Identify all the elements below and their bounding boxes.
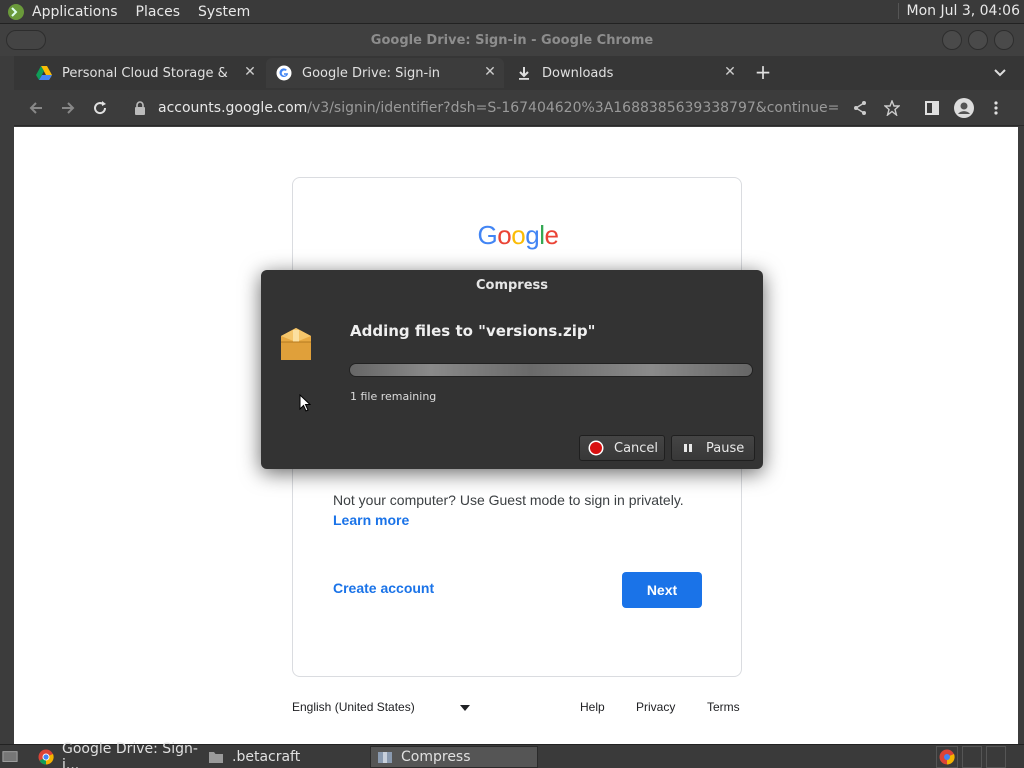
google-logo: Google — [293, 220, 743, 251]
archive-icon — [377, 749, 393, 765]
logo-letter: g — [525, 220, 540, 250]
chrome-icon — [38, 749, 54, 765]
cancel-button[interactable]: Cancel — [579, 435, 665, 461]
workspace-switcher[interactable] — [936, 746, 958, 768]
share-icon[interactable] — [850, 98, 870, 118]
help-link[interactable]: Help — [580, 700, 605, 714]
menu-system[interactable]: System — [198, 4, 250, 20]
mouse-pointer-icon — [299, 393, 312, 412]
progress-fill — [350, 364, 752, 376]
cancel-label: Cancel — [614, 440, 659, 456]
taskbar-label: Compress — [401, 749, 471, 765]
taskbar-label: .betacraft — [232, 749, 301, 765]
close-icon[interactable]: ✕ — [482, 64, 498, 80]
dialog-heading: Adding files to "versions.zip" — [350, 322, 596, 340]
lock-icon[interactable] — [134, 101, 148, 115]
url-path: /v3/signin/identifier?dsh=S-167404620%3A… — [307, 100, 838, 116]
guest-mode-text: Not your computer? Use Guest mode to sig… — [333, 492, 684, 508]
taskbar-item-betacraft[interactable]: .betacraft — [202, 746, 368, 768]
language-select[interactable]: English (United States) — [292, 700, 415, 714]
clock[interactable]: Mon Jul 3, 04:06 — [897, 3, 1020, 19]
menu-applications[interactable]: Applications — [32, 4, 118, 20]
tab-personal-cloud-storage[interactable]: Personal Cloud Storage & File ✕ — [26, 58, 264, 88]
bookmark-star-icon[interactable] — [882, 98, 902, 118]
folder-icon — [208, 749, 224, 765]
desktop-icon — [2, 749, 18, 765]
chrome-icon — [939, 749, 955, 765]
google-g-icon — [276, 65, 292, 81]
taskbar-item-chrome[interactable]: Google Drive: Sign-i... — [32, 741, 200, 768]
tab-label: Google Drive: Sign-in — [302, 65, 441, 81]
create-account-link[interactable]: Create account — [333, 580, 434, 596]
compress-dialog: Compress Adding files to "versions.zip" … — [261, 270, 763, 469]
new-tab-plus-icon[interactable]: + — [752, 62, 774, 84]
pause-label: Pause — [706, 440, 745, 456]
minimize-button[interactable] — [942, 30, 962, 50]
workspace-2[interactable] — [962, 746, 982, 768]
back-arrow-icon[interactable] — [26, 98, 46, 118]
tab-search-chevron-icon[interactable] — [992, 64, 1008, 80]
reload-icon[interactable] — [90, 98, 110, 118]
close-window-button[interactable] — [994, 30, 1014, 50]
show-desktop-button[interactable] — [0, 746, 24, 768]
dialog-title: Compress — [475, 278, 549, 293]
window-titlebar[interactable]: Google Drive: Sign-in - Google Chrome — [0, 24, 1024, 56]
close-icon[interactable]: ✕ — [722, 64, 738, 80]
logo-letter: o — [497, 220, 512, 250]
close-icon[interactable]: ✕ — [242, 64, 258, 80]
learn-more-link[interactable]: Learn more — [333, 512, 409, 528]
logo-letter: o — [511, 220, 526, 250]
workspace-3[interactable] — [986, 746, 1006, 768]
google-drive-icon — [36, 65, 52, 81]
tab-label: Downloads — [542, 65, 614, 81]
tab-downloads[interactable]: Downloads ✕ — [506, 58, 744, 88]
download-icon — [516, 65, 532, 81]
logo-letter: G — [477, 220, 498, 250]
top-panel: Applications Places System Mon Jul 3, 04… — [0, 0, 1024, 24]
forward-arrow-icon[interactable] — [58, 98, 78, 118]
address-bar[interactable]: accounts.google.com/v3/signin/identifier… — [124, 94, 894, 122]
tab-google-drive-signin[interactable]: Google Drive: Sign-in ✕ — [266, 58, 504, 88]
privacy-link[interactable]: Privacy — [636, 700, 675, 714]
taskbar-item-compress[interactable]: Compress — [370, 746, 538, 768]
maximize-button[interactable] — [968, 30, 988, 50]
url-host: accounts.google.com — [158, 100, 308, 116]
pause-icon — [680, 440, 696, 456]
terms-link[interactable]: Terms — [707, 700, 740, 714]
package-icon — [277, 322, 315, 366]
more-menu-icon[interactable] — [986, 98, 1006, 118]
logo-letter: e — [544, 220, 559, 250]
stop-icon — [588, 440, 604, 456]
profile-avatar-icon[interactable] — [954, 98, 974, 118]
browser-toolbar: accounts.google.com/v3/signin/identifier… — [14, 90, 1024, 126]
pause-button[interactable]: Pause — [671, 435, 755, 461]
tab-label: Personal Cloud Storage & File — [62, 65, 232, 81]
tab-strip: Personal Cloud Storage & File ✕ Google D… — [14, 56, 1024, 90]
dropdown-caret-icon[interactable] — [460, 705, 470, 711]
taskbar-label: Google Drive: Sign-i... — [62, 741, 198, 768]
window-title: Google Drive: Sign-in - Google Chrome — [370, 33, 654, 48]
remaining-text: 1 file remaining — [350, 390, 437, 403]
progress-bar — [349, 363, 753, 377]
menu-places[interactable]: Places — [136, 4, 181, 20]
mate-logo-icon[interactable] — [6, 2, 26, 22]
url-text: accounts.google.com/v3/signin/identifier… — [158, 100, 838, 116]
side-panel-icon[interactable] — [922, 98, 942, 118]
next-button[interactable]: Next — [622, 572, 702, 608]
taskbar: Google Drive: Sign-i... .betacraft Compr… — [0, 741, 1024, 768]
